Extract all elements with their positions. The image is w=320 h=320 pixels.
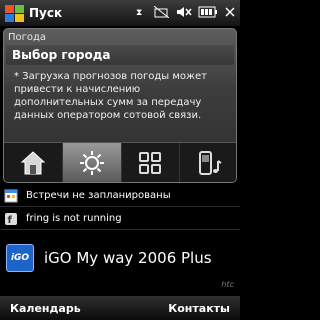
weather-header: Погода [8,32,47,43]
calendar-row[interactable]: Встречи не запланированы [0,185,240,207]
tab-home[interactable] [4,143,63,182]
select-city-button[interactable]: Выбор города [6,45,234,65]
igo-row[interactable]: iGO iGO My way 2006 Plus [0,238,240,278]
svg-text:⧗: ⧗ [136,8,142,18]
calendar-softkey[interactable]: Календарь [10,302,81,315]
phone-music-icon [199,150,222,175]
start-title[interactable]: Пуск [29,6,136,20]
status-bar: Пуск ⧗ [0,0,240,26]
volume-mute-icon[interactable] [176,6,192,20]
calendar-icon [4,189,18,202]
close-icon[interactable] [224,6,236,20]
igo-title: iGO My way 2006 Plus [44,249,212,267]
svg-text:f: f [8,215,13,226]
calendar-text: Встречи не запланированы [26,190,171,201]
contacts-softkey[interactable]: Контакты [168,302,230,315]
weather-tabs [4,142,236,182]
fring-icon: f [5,212,17,226]
weather-panel: Погода Выбор города * Загрузка прогнозов… [3,28,237,183]
htc-logo: htc [221,280,234,289]
tab-settings[interactable] [62,143,122,182]
status-icons: ⧗ [136,5,236,20]
tab-phone-music[interactable] [180,143,236,182]
sun-gear-icon [79,150,104,175]
weather-notice: * Загрузка прогнозов погоды может привес… [14,71,207,121]
tab-apps[interactable] [122,143,181,182]
softkey-bar: Календарь Контакты [0,296,240,320]
gprs-icon: ⧗ [136,6,148,20]
apps-grid-icon [139,151,162,174]
home-icon [20,150,46,174]
igo-logo-icon: iGO [6,244,34,272]
no-signal-icon [153,5,170,20]
fring-row[interactable]: f fring is not running [0,208,240,230]
battery-icon[interactable] [198,6,218,20]
windows-start-icon[interactable] [3,2,25,24]
fring-text: fring is not running [26,213,122,224]
